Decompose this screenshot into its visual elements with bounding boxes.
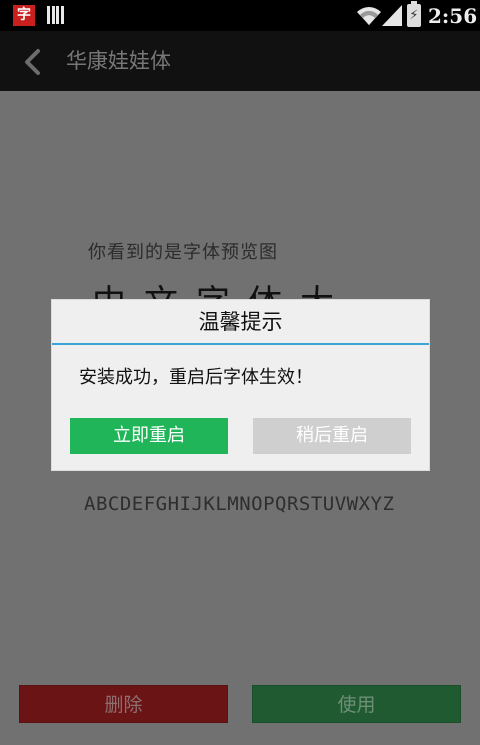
battery-charging-icon: ⚡ <box>407 1 421 27</box>
barcode-notification-icon <box>47 6 64 24</box>
preview-alphabet: ABCDEFGHIJKLMNOPQRSTUVWXYZ <box>84 493 395 515</box>
restart-now-button[interactable]: 立即重启 <box>70 418 228 454</box>
preview-caption: 你看到的是字体预览图 <box>88 242 278 263</box>
back-arrow-icon[interactable] <box>22 48 44 76</box>
wifi-icon <box>357 7 381 25</box>
dialog-divider <box>52 343 429 345</box>
dialog-title: 温馨提示 <box>198 310 283 334</box>
action-bar: 华康娃娃体 <box>0 31 480 91</box>
dialog-message: 安装成功，重启后字体生效！ <box>79 367 313 388</box>
signal-icon <box>382 5 402 26</box>
app-notification-icon: 字 <box>13 5 35 26</box>
alert-dialog: 温馨提示 安装成功，重启后字体生效！ 立即重启 稍后重启 <box>51 299 430 471</box>
page-title: 华康娃娃体 <box>66 49 171 73</box>
use-button[interactable]: 使用 <box>252 685 461 723</box>
status-bar: 字 ⚡ 2:56 <box>0 0 480 31</box>
delete-button[interactable]: 删除 <box>19 685 228 723</box>
clock-time: 2:56 <box>428 4 478 28</box>
restart-later-button[interactable]: 稍后重启 <box>253 418 411 454</box>
